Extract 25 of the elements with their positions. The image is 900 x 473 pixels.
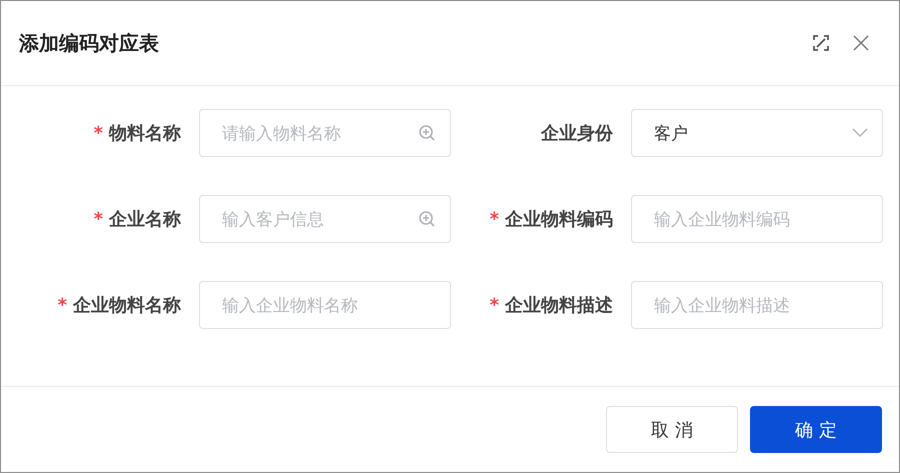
field-label: 企业物料描述 bbox=[505, 294, 613, 317]
required-mark: * bbox=[94, 122, 103, 144]
field-label: 企业名称 bbox=[109, 208, 181, 231]
zoom-in-icon[interactable] bbox=[418, 210, 436, 228]
required-mark: * bbox=[490, 208, 499, 230]
dialog-title: 添加编码对应表 bbox=[19, 30, 160, 56]
cancel-button[interactable]: 取 消 bbox=[606, 406, 738, 453]
input-field[interactable]: 请输入物料名称 bbox=[199, 109, 451, 157]
required-mark: * bbox=[490, 294, 499, 316]
input-field[interactable]: 输入企业物料描述 bbox=[631, 281, 883, 329]
select-field[interactable]: 客户 bbox=[631, 109, 883, 157]
input-field[interactable]: 输入企业物料编码 bbox=[631, 195, 883, 243]
field-label: 企业物料名称 bbox=[73, 294, 181, 317]
confirm-button[interactable]: 确 定 bbox=[750, 406, 882, 453]
field-label: 企业物料编码 bbox=[505, 208, 613, 231]
field-label: 企业身份 bbox=[541, 122, 613, 145]
required-mark: * bbox=[94, 208, 103, 230]
close-icon[interactable] bbox=[853, 35, 869, 51]
required-mark: * bbox=[58, 294, 67, 316]
field-label: 物料名称 bbox=[109, 122, 181, 145]
input-field[interactable]: 输入企业物料名称 bbox=[199, 281, 451, 329]
fullscreen-icon[interactable] bbox=[813, 35, 829, 51]
input-field[interactable]: 输入客户信息 bbox=[199, 195, 451, 243]
chevron-down-icon[interactable] bbox=[852, 128, 868, 138]
zoom-in-icon[interactable] bbox=[418, 124, 436, 142]
